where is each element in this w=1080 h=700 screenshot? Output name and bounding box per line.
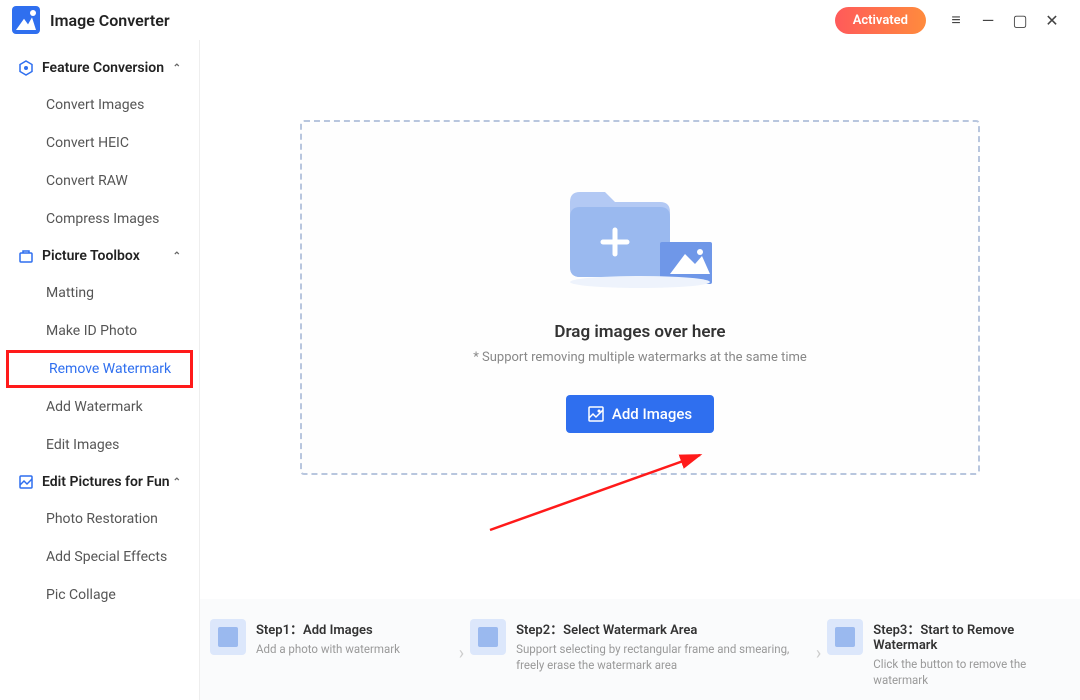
steps-bar: Step1：Add Images Add a photo with waterm…: [200, 599, 1080, 700]
section-label: Edit Pictures for Fun: [42, 474, 170, 490]
sidebar-item-remove-watermark[interactable]: Remove Watermark: [6, 350, 193, 388]
title-bar: Image Converter Activated ≡ — ▢ ✕: [0, 0, 1080, 40]
step-title: Step1：Add Images: [256, 619, 400, 638]
sidebar: Feature Conversion ⌃ Convert Images Conve…: [0, 40, 200, 700]
sidebar-section-picture-toolbox[interactable]: Picture Toolbox ⌃: [0, 238, 199, 274]
step-remove-icon: [827, 619, 863, 655]
step-title: Step3：Start to Remove Watermark: [873, 619, 1070, 653]
sidebar-section-edit-fun[interactable]: Edit Pictures for Fun⌃: [0, 464, 199, 500]
step-select-icon: [470, 619, 506, 655]
sidebar-section-feature-conversion[interactable]: Feature Conversion ⌃: [0, 50, 199, 86]
step-desc: Add a photo with watermark: [256, 641, 400, 657]
step-3: Step3：Start to Remove Watermark Click th…: [827, 619, 1070, 688]
step-add-icon: [210, 619, 246, 655]
sidebar-item-convert-raw[interactable]: Convert RAW: [0, 162, 199, 200]
app-title: Image Converter: [50, 11, 170, 30]
minimize-icon[interactable]: —: [972, 4, 1004, 36]
sidebar-item-compress-images[interactable]: Compress Images: [0, 200, 199, 238]
step-1: Step1：Add Images Add a photo with waterm…: [210, 619, 453, 657]
dropzone[interactable]: Drag images over here * Support removing…: [300, 120, 980, 475]
section-label: Picture Toolbox: [42, 248, 140, 264]
chevron-up-icon: ⌃: [173, 251, 181, 262]
folder-plus-icon: [560, 182, 720, 292]
sidebar-item-pic-collage[interactable]: Pic Collage: [0, 576, 199, 614]
hamburger-menu-icon[interactable]: ≡: [940, 4, 972, 36]
step-desc: Support selecting by rectangular frame a…: [516, 641, 810, 673]
step-desc: Click the button to remove the watermark: [873, 656, 1070, 688]
step-title: Step2：Select Watermark Area: [516, 619, 810, 638]
chevron-right-icon: ›: [459, 643, 464, 664]
hexagon-icon: [18, 60, 34, 76]
activated-badge: Activated: [835, 7, 926, 34]
step-2: Step2：Select Watermark Area Support sele…: [470, 619, 810, 673]
sidebar-item-matting[interactable]: Matting: [0, 274, 199, 312]
dropzone-subtitle: * Support removing multiple watermarks a…: [473, 350, 807, 365]
sidebar-item-convert-heic[interactable]: Convert HEIC: [0, 124, 199, 162]
chevron-up-icon: ⌃: [173, 63, 181, 74]
sidebar-item-convert-images[interactable]: Convert Images: [0, 86, 199, 124]
app-logo-icon: [12, 6, 40, 34]
sidebar-item-add-watermark[interactable]: Add Watermark: [0, 388, 199, 426]
sidebar-item-add-special-effects[interactable]: Add Special Effects: [0, 538, 199, 576]
close-icon[interactable]: ✕: [1036, 4, 1068, 36]
chevron-right-icon: ›: [816, 643, 821, 664]
sidebar-item-photo-restoration[interactable]: Photo Restoration: [0, 500, 199, 538]
add-images-button[interactable]: Add Images: [566, 395, 714, 433]
sidebar-item-make-id-photo[interactable]: Make ID Photo: [0, 312, 199, 350]
dropzone-title: Drag images over here: [554, 322, 725, 342]
picture-icon: [18, 474, 34, 490]
section-label: Feature Conversion: [42, 60, 164, 76]
sidebar-item-edit-images[interactable]: Edit Images: [0, 426, 199, 464]
toolbox-icon: [18, 248, 34, 264]
maximize-icon[interactable]: ▢: [1004, 4, 1036, 36]
chevron-up-icon: ⌃: [173, 477, 181, 488]
image-plus-icon: [588, 406, 604, 422]
add-images-label: Add Images: [612, 405, 692, 423]
main-content: Drag images over here * Support removing…: [200, 40, 1080, 700]
